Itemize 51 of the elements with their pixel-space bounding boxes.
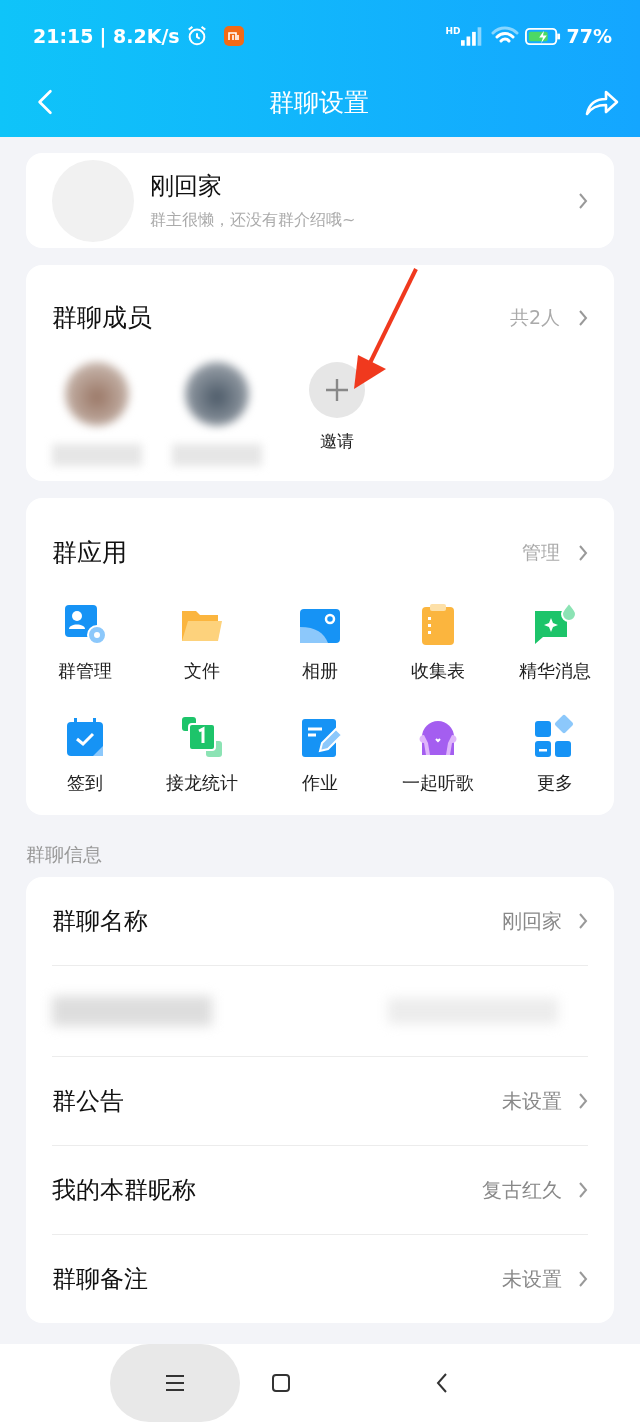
section-title: 群应用 — [52, 537, 128, 569]
row-label: 群聊名称 — [52, 906, 149, 937]
network-type: HD — [445, 26, 461, 36]
menu-icon — [165, 1374, 185, 1392]
status-time: 21:15 — [33, 25, 94, 47]
chevron-icon — [578, 912, 588, 930]
section-title: 群聊成员 — [52, 302, 153, 334]
chevron-icon — [578, 1181, 588, 1199]
app-notification-icon — [223, 26, 244, 46]
app-tile[interactable]: 接龙统计 — [143, 713, 262, 795]
alarm-icon — [185, 25, 208, 47]
member-avatar[interactable] — [185, 362, 249, 426]
app-tile[interactable]: 签到 — [26, 713, 144, 795]
app-tile[interactable]: 群管理 — [26, 601, 144, 683]
row-label: 群聊备注 — [52, 1264, 149, 1295]
app-tile[interactable]: 收集表 — [378, 601, 497, 683]
settings-row[interactable]: 群聊备注 未设置 — [52, 1235, 588, 1323]
chevron-icon — [578, 543, 588, 562]
row-value: 未设置 — [502, 1087, 562, 1115]
row-label: 我的本群昵称 — [52, 1175, 197, 1206]
battery-percent: 77% — [566, 25, 612, 47]
chevron-icon — [578, 1270, 588, 1288]
app-tile[interactable]: 精华消息 — [496, 601, 614, 683]
back-icon[interactable] — [36, 89, 54, 115]
group-intro: 群主很懒，还没有群介绍哦~ — [150, 210, 357, 231]
row-value: 复古红久 — [482, 1176, 562, 1204]
invite-label: 邀请 — [320, 430, 354, 453]
group-profile-row[interactable]: 刚回家 群主很懒，还没有群介绍哦~ — [26, 153, 614, 248]
chevron-icon — [578, 191, 588, 210]
group-name: 刚回家 — [150, 171, 223, 202]
settings-row[interactable]: 群公告 未设置 — [52, 1057, 588, 1145]
back-icon — [435, 1372, 449, 1394]
home-square-icon — [271, 1373, 291, 1393]
section-label: 群聊信息 — [26, 842, 103, 867]
settings-row[interactable]: 群聊名称 刚回家 — [52, 877, 588, 965]
chevron-icon — [578, 1092, 588, 1110]
page-title: 群聊设置 — [269, 86, 369, 119]
chevron-icon — [578, 308, 588, 327]
battery-icon — [524, 26, 561, 46]
app-tile[interactable]: 一起听歌 — [378, 713, 497, 795]
app-tile[interactable]: 相册 — [261, 601, 379, 683]
invite-plus-icon[interactable] — [309, 362, 365, 418]
app-tile[interactable]: 文件 — [143, 601, 262, 683]
app-tile[interactable]: 更多 — [496, 713, 614, 795]
row-label: 群公告 — [52, 1086, 125, 1117]
network-speed: | 8.2K/s — [99, 25, 180, 47]
member-avatar[interactable] — [65, 362, 129, 426]
settings-row[interactable]: 我的本群昵称 复古红久 — [52, 1146, 588, 1234]
row-value: 未设置 — [502, 1265, 562, 1293]
row-value: 刚回家 — [502, 907, 562, 935]
app-tile[interactable]: 作业 — [261, 713, 379, 795]
